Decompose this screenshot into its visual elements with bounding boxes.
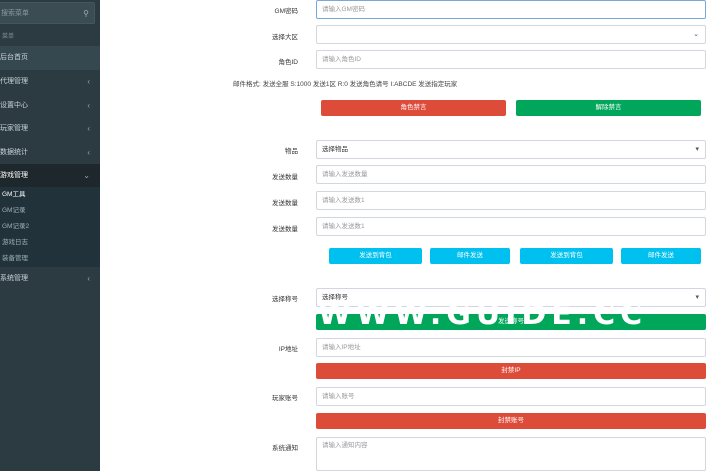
sidebar-item-label: 后台首页 xyxy=(0,54,28,61)
mail-format-note: 邮件格式: 发送全服 S:1000 发送1区 R:0 发送角色请号 I:ABCD… xyxy=(233,81,458,88)
sidebar-item-home[interactable]: 后台首页 xyxy=(0,46,100,70)
sidebar-item-label: 系统管理 xyxy=(0,275,28,282)
sidebar-item-stats[interactable]: 数据统计 ‹ xyxy=(0,141,100,165)
account-label: 玩家账号 xyxy=(272,395,298,402)
sidebar-item-game[interactable]: 游戏管理 ⌄ xyxy=(0,164,100,188)
notice-label: 系统通知 xyxy=(272,445,298,452)
qty3-label: 发送数量 xyxy=(272,226,298,233)
account-input[interactable]: 请输入账号 xyxy=(316,387,706,406)
unban-button[interactable]: 解除禁言 xyxy=(516,100,701,116)
gm-password-label: GM密码 xyxy=(274,8,298,15)
ban-ip-button[interactable]: 封禁IP xyxy=(316,363,706,379)
sidebar-search[interactable]: 搜索菜单 ⚲ xyxy=(0,2,95,24)
qty1-label: 发送数量 xyxy=(272,174,298,181)
ip-input[interactable]: 请输入IP地址 xyxy=(316,338,706,357)
item-label: 物品 xyxy=(285,148,298,155)
send-title-button[interactable]: 发送称号 xyxy=(316,314,706,330)
sidebar-subitem-gm-log2[interactable]: GM记录2 xyxy=(2,220,29,234)
qty3-input[interactable]: 请输入发送数1 xyxy=(316,217,706,236)
caret-down-icon: ▾ xyxy=(695,294,699,301)
sidebar-subitem-equipment[interactable]: 装备管理 xyxy=(2,252,28,266)
sidebar-item-label: 玩家管理 xyxy=(0,125,28,132)
item-select-value: 选择物品 xyxy=(322,146,348,153)
chevron-down-icon: ⌄ xyxy=(83,171,90,180)
sidebar: 搜索菜单 ⚲ 菜单 后台首页 代理管理 ‹ 设置中心 ‹ 玩家管理 ‹ 数据统计… xyxy=(0,0,100,471)
region-label: 选择大区 xyxy=(272,34,298,41)
chevron-left-icon: ‹ xyxy=(87,148,90,157)
chevron-left-icon: ‹ xyxy=(87,77,90,86)
sidebar-item-label: 设置中心 xyxy=(0,102,28,109)
caret-down-icon: ▾ xyxy=(695,146,699,153)
ip-label: IP地址 xyxy=(278,346,298,353)
sidebar-item-players[interactable]: 玩家管理 ‹ xyxy=(0,117,100,141)
item-select[interactable]: 选择物品 ▾ xyxy=(316,140,706,159)
ban-role-button[interactable]: 角色禁言 xyxy=(321,100,506,116)
region-select[interactable]: ⌄ xyxy=(316,25,706,44)
qty2-input[interactable]: 请输入发送数1 xyxy=(316,191,706,210)
sidebar-subitem-gm-log[interactable]: GM记录 xyxy=(2,204,25,218)
send-to-bag-button[interactable]: 发送到背包 xyxy=(329,248,422,264)
ban-account-button[interactable]: 封禁账号 xyxy=(316,413,706,429)
sidebar-item-label: 游戏管理 xyxy=(0,172,28,179)
title-label: 选择称号 xyxy=(272,296,298,303)
sidebar-item-system[interactable]: 系统管理 ‹ xyxy=(0,267,100,291)
title-select[interactable]: 选择称号 ▾ xyxy=(316,288,706,307)
search-icon[interactable]: ⚲ xyxy=(78,9,94,18)
role-id-label: 角色ID xyxy=(278,59,299,66)
sidebar-item-label: 数据统计 xyxy=(0,149,28,156)
sidebar-item-label: 代理管理 xyxy=(0,78,28,85)
chevron-left-icon: ‹ xyxy=(87,101,90,110)
chevron-left-icon: ‹ xyxy=(87,274,90,283)
qty2-label: 发送数量 xyxy=(272,200,298,207)
title-select-value: 选择称号 xyxy=(322,294,348,301)
chevron-left-icon: ‹ xyxy=(87,124,90,133)
chevron-down-icon: ⌄ xyxy=(693,31,699,38)
qty1-input[interactable]: 请输入发送数量 xyxy=(316,165,706,184)
gm-password-input[interactable]: 请输入GM密码 xyxy=(316,0,706,19)
sidebar-item-agent[interactable]: 代理管理 ‹ xyxy=(0,70,100,94)
sidebar-subitem-gm-tool[interactable]: GM工具 xyxy=(2,188,25,202)
sidebar-item-settings[interactable]: 设置中心 ‹ xyxy=(0,94,100,118)
mail-send-button[interactable]: 邮件发送 xyxy=(430,248,510,264)
notice-textarea[interactable]: 请输入通知内容 xyxy=(316,437,706,471)
send-to-bag-button-2[interactable]: 发送到背包 xyxy=(520,248,613,264)
sidebar-submenu: GM工具 GM记录 GM记录2 游戏日志 装备管理 xyxy=(0,187,100,267)
sidebar-header: 菜单 xyxy=(2,34,15,40)
mail-send-button-2[interactable]: 邮件发送 xyxy=(621,248,701,264)
sidebar-subitem-game-log[interactable]: 游戏日志 xyxy=(2,236,28,250)
sidebar-search-input[interactable]: 搜索菜单 xyxy=(0,8,78,18)
role-id-input[interactable]: 请输入角色ID xyxy=(316,50,706,69)
